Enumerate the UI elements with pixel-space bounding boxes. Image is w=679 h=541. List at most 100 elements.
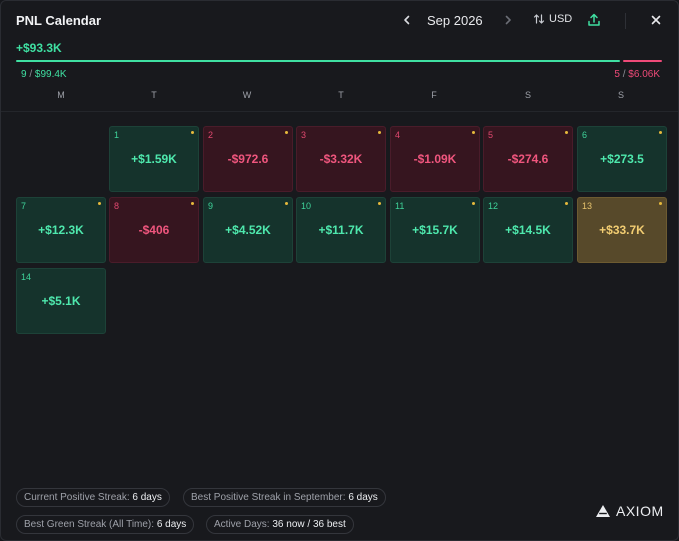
next-month-button[interactable] [501,11,515,29]
day-number: 10 [301,201,312,211]
day-pnl-value: +$4.52K [225,223,271,237]
day-pnl-value: -$1.09K [413,152,457,166]
chevron-left-icon [404,15,410,25]
day-pnl-value: -$406 [138,223,170,237]
activity-dot-icon [659,131,662,134]
activity-dot-icon [378,131,381,134]
chevron-right-icon [505,15,511,25]
day-number: 5 [488,130,494,140]
weekday-wednesday: W [242,90,252,100]
calendar-day-cell[interactable]: 12 +$14.5K [483,197,573,263]
currency-label: USD [549,13,573,25]
day-pnl-value: +$12.3K [38,223,84,237]
loss-days-stat: 5 / $6.06K [614,69,660,80]
day-number: 6 [582,130,588,140]
weekday-thursday: T [338,90,344,100]
day-number: 7 [21,201,27,211]
day-number: 3 [301,130,307,140]
calendar-day-cell[interactable]: 3 -$3.32K [296,126,386,192]
activity-dot-icon [98,202,101,205]
close-icon [651,15,661,25]
day-pnl-value: +$1.59K [131,152,177,166]
current-positive-streak-label: Current Positive Streak: [24,492,130,503]
activity-dot-icon [472,131,475,134]
activity-dot-icon [472,202,475,205]
active-days-value: 36 now / 36 best [272,519,346,530]
activity-dot-icon [565,131,568,134]
activity-dot-icon [191,131,194,134]
weekday-saturday: S [524,90,531,100]
total-pnl: +$93.3K [16,41,62,55]
calendar-day-cell[interactable]: 4 -$1.09K [390,126,480,192]
share-upload-icon [588,13,600,26]
currency-toggle-button[interactable]: USD [533,13,572,25]
header-divider [625,13,626,29]
day-pnl-value: -$274.6 [507,152,549,166]
current-month-label: Sep 2026 [427,13,483,28]
axiom-brand: AXIOM [595,503,664,519]
day-number: 4 [395,130,401,140]
best-green-streak-value: 6 days [156,519,187,530]
calendar-day-cell[interactable]: 2 -$972.6 [203,126,293,192]
close-button[interactable] [649,12,663,28]
weekday-tuesday: T [151,90,157,100]
sort-arrows-icon [533,14,545,24]
share-button[interactable] [586,12,602,28]
activity-dot-icon [565,202,568,205]
calendar-day-cell[interactable]: 5 -$274.6 [483,126,573,192]
active-days-chip: Active Days: 36 now / 36 best [206,515,354,534]
day-pnl-value: +$11.7K [318,223,364,237]
best-green-streak-chip: Best Green Streak (All Time): 6 days [16,515,195,534]
day-number: 1 [114,130,120,140]
calendar-day-cell[interactable]: 6 +$273.5 [577,126,667,192]
day-pnl-value: +$15.7K [412,223,458,237]
weekday-monday: M [57,90,65,100]
loss-days-amount: $6.06K [628,69,660,80]
day-number: 9 [208,201,214,211]
best-positive-streak-value: 6 days [348,492,378,503]
header-separator [1,111,678,112]
day-number: 8 [114,201,120,211]
best-green-streak-label: Best Green Streak (All Time): [24,519,155,530]
axiom-logo-icon [596,505,610,517]
panel-title: PNL Calendar [16,13,102,28]
day-pnl-value: -$972.6 [227,152,269,166]
day-pnl-value: -$3.32K [319,152,363,166]
win-ratio-bar [16,60,620,62]
calendar-day-cell[interactable]: 1 +$1.59K [109,126,199,192]
activity-dot-icon [378,202,381,205]
activity-dot-icon [285,202,288,205]
day-number: 12 [488,201,499,211]
brand-name: AXIOM [616,503,664,519]
day-pnl-value: +$5.1K [41,294,81,308]
day-number: 2 [208,130,214,140]
calendar-day-cell[interactable]: 13 +$33.7K [577,197,667,263]
calendar-day-cell[interactable]: 14 +$5.1K [16,268,106,334]
best-positive-streak-label: Best Positive Streak in September: [191,492,346,503]
weekday-header: M T W T F S S [15,85,667,107]
calendar-day-cell[interactable]: 8 -$406 [109,197,199,263]
weekday-sunday: S [617,90,624,100]
calendar-day-cell[interactable]: 7 +$12.3K [16,197,106,263]
previous-month-button[interactable] [400,11,414,29]
activity-dot-icon [285,131,288,134]
loss-ratio-bar [623,60,662,62]
calendar-day-cell[interactable]: 10 +$11.7K [296,197,386,263]
current-positive-streak-value: 6 days [132,492,162,503]
calendar-day-cell[interactable]: 9 +$4.52K [203,197,293,263]
day-pnl-value: +$273.5 [600,152,644,166]
activity-dot-icon [191,202,194,205]
current-positive-streak-chip: Current Positive Streak: 6 days [16,488,170,507]
day-pnl-value: +$14.5K [505,223,551,237]
win-days-stat: 9 / $99.4K [21,69,67,80]
calendar-day-cell[interactable]: 11 +$15.7K [390,197,480,263]
win-days-amount: $99.4K [34,69,67,80]
best-positive-streak-chip: Best Positive Streak in September: 6 day… [183,488,386,507]
activity-dot-icon [659,202,662,205]
active-days-label: Active Days: [214,519,270,530]
day-pnl-value: +$33.7K [599,223,645,237]
day-number: 13 [582,201,593,211]
weekday-friday: F [431,90,437,100]
pnl-calendar-panel: PNL Calendar Sep 2026 USD +$93.3K 9 / $9 [0,0,679,541]
day-number: 11 [395,201,405,211]
